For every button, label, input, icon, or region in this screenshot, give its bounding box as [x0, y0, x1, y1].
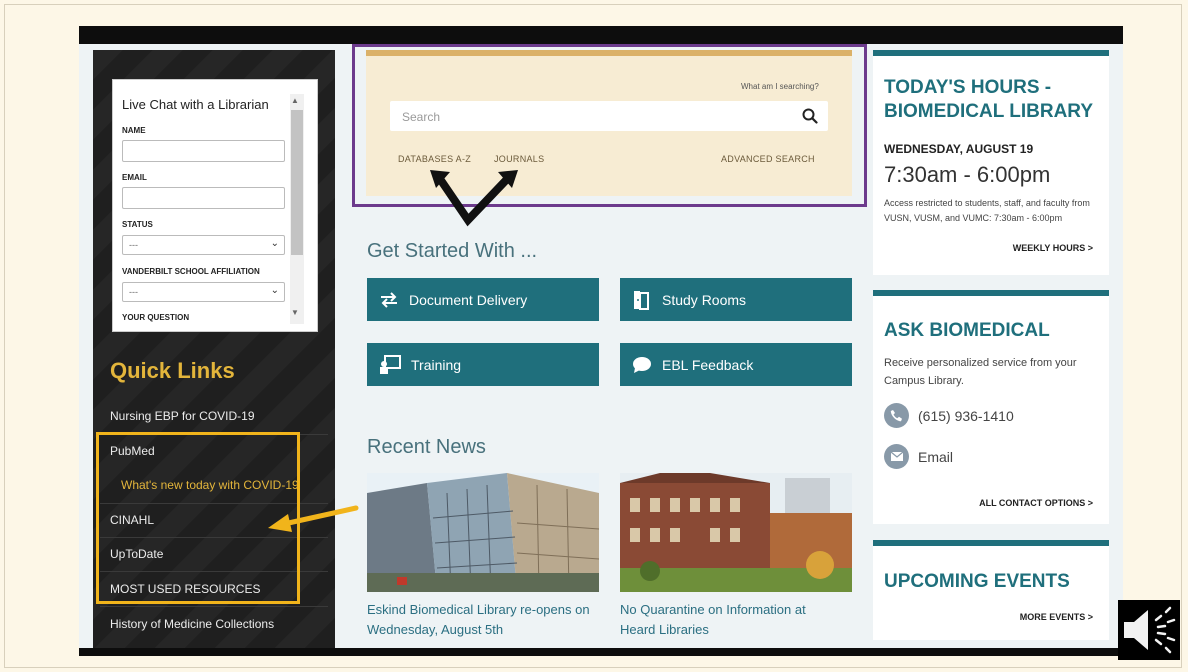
live-chat-widget: Live Chat with a Librarian NAME EMAIL ST…: [112, 79, 318, 332]
phone-icon: [884, 403, 909, 428]
quick-links-title: Quick Links: [110, 358, 235, 383]
databases-link[interactable]: DATABASES A-Z: [398, 154, 471, 164]
search-placeholder: Search: [402, 110, 441, 124]
divider: [100, 606, 328, 607]
presentation-icon: [380, 354, 401, 374]
what-am-i-searching-link[interactable]: What am I searching?: [741, 82, 819, 91]
study-rooms-button[interactable]: Study Rooms: [620, 278, 852, 321]
status-label: STATUS: [122, 220, 153, 229]
door-icon: [634, 290, 649, 310]
name-field[interactable]: [122, 140, 285, 162]
email-row[interactable]: Email: [884, 444, 953, 469]
hours-card: TODAY'S HOURS - BIOMEDICAL LIBRARY WEDNE…: [873, 50, 1109, 275]
news-image-heard-libraries[interactable]: [620, 473, 852, 592]
news-image-eskind[interactable]: [367, 473, 599, 592]
hours-title: TODAY'S HOURS - BIOMEDICAL LIBRARY: [884, 77, 1093, 122]
more-events-link[interactable]: MORE EVENTS >: [1020, 612, 1093, 622]
events-card: UPCOMING EVENTS MORE EVENTS >: [873, 540, 1109, 640]
affiliation-value: ---: [129, 287, 138, 297]
question-label: YOUR QUESTION: [122, 313, 190, 322]
chevron-down-icon: ⌄: [270, 285, 279, 296]
tile-label: Document Delivery: [409, 291, 528, 308]
training-button[interactable]: Training: [367, 343, 599, 386]
ask-description: Receive personalized service from your C…: [884, 357, 1077, 387]
weekly-hours-link[interactable]: WEEKLY HOURS >: [1013, 243, 1093, 253]
events-title: UPCOMING EVENTS: [884, 571, 1070, 592]
tile-label: Study Rooms: [662, 291, 747, 308]
scroll-up-icon[interactable]: ▲: [291, 96, 299, 105]
journals-link[interactable]: JOURNALS: [494, 154, 544, 164]
chevron-down-icon: ⌄: [270, 238, 279, 249]
tile-label: EBL Feedback: [662, 356, 754, 373]
advanced-search-link[interactable]: ADVANCED SEARCH: [721, 154, 815, 164]
news-caption-heard[interactable]: No Quarantine on Information at Heard Li…: [620, 600, 840, 640]
speaker-icon[interactable]: [1118, 600, 1180, 660]
get-started-title: Get Started With ...: [367, 240, 538, 262]
name-label: NAME: [122, 126, 146, 135]
quick-link-nursing-ebp[interactable]: Nursing EBP for COVID-19: [110, 409, 328, 423]
news-caption-eskind[interactable]: Eskind Biomedical Library re-opens on We…: [367, 600, 607, 640]
chat-scrollbar[interactable]: ▲ ▼: [290, 94, 304, 324]
ask-biomedical-card: ASK BIOMEDICAL Receive personalized serv…: [873, 290, 1109, 524]
ebl-feedback-button[interactable]: EBL Feedback: [620, 343, 852, 386]
phone-number: (615) 936-1410: [918, 407, 1014, 424]
status-select[interactable]: --- ⌄: [122, 235, 285, 255]
chat-title: Live Chat with a Librarian: [122, 97, 269, 112]
document-delivery-button[interactable]: Document Delivery: [367, 278, 599, 321]
swap-arrows-icon: [381, 291, 397, 308]
all-contact-options-link[interactable]: ALL CONTACT OPTIONS >: [979, 498, 1093, 508]
affiliation-select[interactable]: --- ⌄: [122, 282, 285, 302]
hours-time: 7:30am - 6:00pm: [884, 162, 1051, 187]
email-label: EMAIL: [122, 173, 147, 182]
annotation-arrow-icon: [268, 505, 359, 532]
search-icon[interactable]: [802, 108, 818, 124]
email-link: Email: [918, 448, 954, 465]
search-input[interactable]: Search: [390, 101, 828, 131]
hours-date: WEDNESDAY, AUGUST 19: [884, 142, 1034, 156]
scroll-thumb[interactable]: [291, 110, 303, 255]
recent-news-title: Recent News: [367, 436, 486, 458]
quick-link-history-medicine[interactable]: History of Medicine Collections: [110, 617, 328, 631]
envelope-icon: [884, 444, 909, 469]
tile-label: Training: [411, 356, 462, 373]
chat-bubble-icon: [633, 356, 651, 373]
annotation-arrows-icon: [430, 170, 518, 227]
ask-title: ASK BIOMEDICAL: [884, 320, 1050, 341]
status-value: ---: [129, 240, 138, 250]
affiliation-label: VANDERBILT SCHOOL AFFILIATION: [122, 267, 260, 276]
scroll-down-icon[interactable]: ▼: [291, 308, 299, 317]
hours-note: Access restricted to students, staff, an…: [884, 198, 1090, 223]
email-field[interactable]: [122, 187, 285, 209]
phone-row[interactable]: (615) 936-1410: [884, 403, 1014, 428]
